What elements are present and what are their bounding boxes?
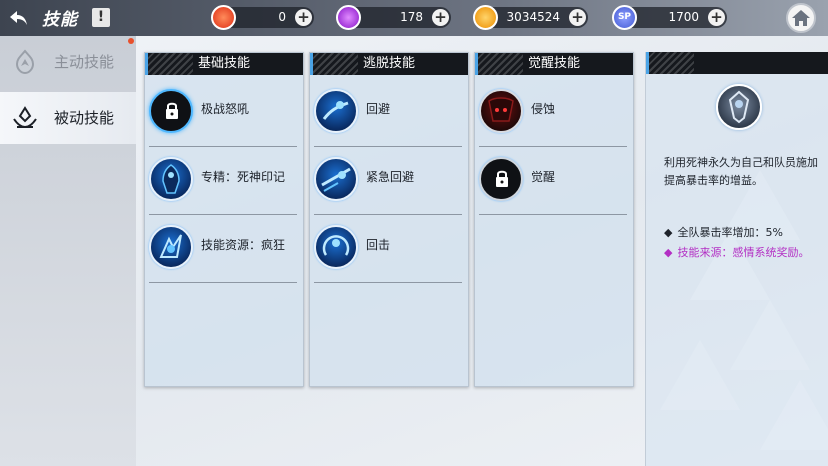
- skill-item[interactable]: 极战怒吼: [145, 87, 303, 153]
- skill-label: 侵蚀: [531, 102, 556, 116]
- add-purple-crystal-button[interactable]: +: [432, 9, 449, 26]
- divider: [314, 214, 462, 215]
- add-red-currency-button[interactable]: +: [295, 9, 312, 26]
- lock-icon: [479, 157, 523, 201]
- sp-icon: SP: [612, 5, 637, 30]
- divider: [314, 282, 462, 283]
- skill-label: 极战怒吼: [201, 102, 250, 116]
- home-icon: [792, 10, 810, 26]
- column-header: 觉醒技能: [475, 53, 633, 75]
- skill-label: 技能资源：疯狂: [201, 238, 286, 252]
- column-header-label: 觉醒技能: [527, 56, 580, 71]
- divider: [314, 146, 462, 147]
- divider: [149, 282, 297, 283]
- column-header: 逃脱技能: [310, 53, 468, 75]
- info-icon[interactable]: !: [92, 8, 110, 27]
- divider: [149, 146, 297, 147]
- skill-label: 回击: [366, 238, 391, 252]
- column-header: 基础技能: [145, 53, 303, 75]
- home-button[interactable]: [786, 3, 816, 33]
- divider: [479, 214, 627, 215]
- skill-item[interactable]: 技能资源：疯狂: [145, 223, 303, 289]
- bullet-diamond-icon: ◆: [664, 226, 673, 239]
- tab-passive-skills-label: 被动技能: [54, 109, 115, 127]
- stat-bullet: ◆ 全队暴击率增加：5%: [664, 224, 783, 240]
- resource-purple-crystal: 178 +: [336, 5, 451, 30]
- back-arrow-icon[interactable]: [8, 7, 30, 29]
- purple-crystal-value: 178: [400, 10, 423, 24]
- purple-crystal-icon: [336, 5, 361, 30]
- add-gold-coin-button[interactable]: +: [569, 9, 586, 26]
- skill-label: 回避: [366, 102, 391, 116]
- stat-bullet-text: 全队暴击率增加：5%: [677, 226, 783, 239]
- divider: [479, 146, 627, 147]
- resource-sp: SP 1700 +: [612, 5, 727, 30]
- selected-skill-icon: [716, 84, 762, 130]
- skill-item[interactable]: 侵蚀: [475, 87, 633, 153]
- tab-active-skills[interactable]: 主动技能: [0, 36, 136, 88]
- active-skill-icon: [15, 49, 35, 75]
- notification-dot: [128, 38, 134, 44]
- column-awakening-skills: 觉醒技能 侵蚀 觉醒: [474, 52, 634, 387]
- page-title: 技能: [42, 10, 78, 30]
- bullet-diamond-icon: ◆: [664, 246, 673, 259]
- source-bullet: ◆ 技能来源：感情系统奖励。: [664, 244, 810, 260]
- sidebar: 主动技能 被动技能: [0, 36, 136, 466]
- detail-header: [646, 52, 828, 74]
- resource-red-currency: 0 +: [211, 5, 314, 30]
- top-bar: 技能 ! 0 + 178 + 3034524 + SP 1700 +: [0, 0, 828, 36]
- frenzy-icon: [149, 225, 193, 269]
- reaper-mark-icon: [149, 157, 193, 201]
- skill-label: 觉醒: [531, 170, 556, 184]
- resource-gold-coin: 3034524 +: [473, 5, 588, 30]
- skill-detail-panel: 利用死神永久为自己和队员施加提高暴击率的增益。 ◆ 全队暴击率增加：5% ◆ 技…: [645, 52, 828, 466]
- skill-item[interactable]: 回避: [310, 87, 468, 153]
- red-currency-value: 0: [278, 10, 286, 24]
- column-escape-skills: 逃脱技能 回避 紧急回避 回击: [309, 52, 469, 387]
- skill-item[interactable]: 专精：死神印记: [145, 155, 303, 221]
- red-currency-icon: [211, 5, 236, 30]
- skill-description: 利用死神永久为自己和队员施加提高暴击率的增益。: [664, 156, 818, 187]
- column-basic-skills: 基础技能 极战怒吼 专精：死神印记 技能资源：疯狂: [144, 52, 304, 387]
- skill-label: 紧急回避: [366, 170, 415, 184]
- skill-panel: 基础技能 极战怒吼 专精：死神印记 技能资源：疯狂 逃脱技能 回避 紧急回避 回…: [136, 36, 828, 466]
- skill-item[interactable]: 觉醒: [475, 155, 633, 221]
- gold-coin-icon: [473, 5, 498, 30]
- source-bullet-text: 技能来源：感情系统奖励。: [677, 246, 810, 259]
- skill-item[interactable]: 回击: [310, 223, 468, 289]
- dodge-icon: [314, 89, 358, 133]
- sp-value: 1700: [668, 10, 699, 24]
- tab-active-skills-label: 主动技能: [54, 53, 115, 71]
- column-header-label: 基础技能: [197, 56, 250, 71]
- skill-label: 专精：死神印记: [201, 170, 286, 184]
- gold-coin-value: 3034524: [506, 10, 560, 24]
- add-sp-button[interactable]: +: [708, 9, 725, 26]
- erosion-icon: [479, 89, 523, 133]
- divider: [149, 214, 297, 215]
- tab-passive-skills[interactable]: 被动技能: [0, 92, 136, 144]
- counter-attack-icon: [314, 225, 358, 269]
- skill-item[interactable]: 紧急回避: [310, 155, 468, 221]
- lock-icon: [149, 89, 193, 133]
- passive-skill-icon: [13, 106, 37, 129]
- column-header-label: 逃脱技能: [362, 56, 415, 71]
- emergency-dodge-icon: [314, 157, 358, 201]
